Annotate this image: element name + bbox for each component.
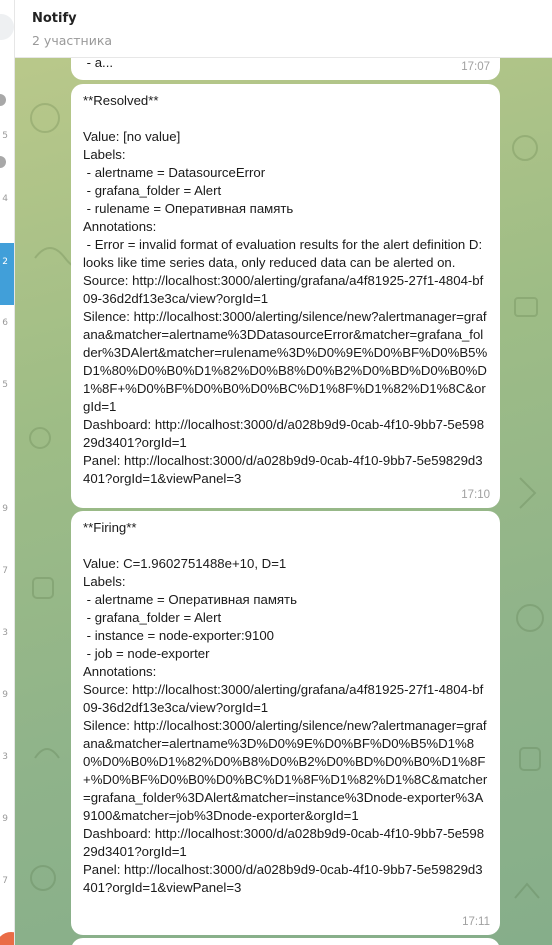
message-time: 17:11 — [462, 916, 490, 928]
message-line: - instance = node-exporter:9100 — [83, 628, 274, 643]
chat-list-fragment: 4 — [2, 194, 8, 204]
message-line: Source: http://localhost:3000/alerting/g… — [83, 682, 484, 715]
message-line: Panel: http://localhost:3000/d/a028b9d9-… — [83, 862, 483, 895]
message-line: Dashboard: http://localhost:3000/d/a028b… — [83, 826, 485, 859]
message-line: Labels: — [83, 574, 126, 589]
message-bubble[interactable]: **Firing** Value: C=1.9602751488e+10, D=1… — [71, 511, 500, 935]
message-line: **Resolved** — [83, 93, 159, 108]
chat-list-fragment: 7 — [2, 566, 8, 576]
message-line: - alertname = DatasourceError — [83, 165, 266, 180]
chat-header[interactable]: Notify 2 участника — [15, 0, 552, 58]
message-text: **Firing** Value: C=1.9602751488e+10, D=1… — [83, 519, 488, 897]
unread-badge — [0, 94, 6, 106]
message-bubble[interactable]: - a... 17:07 — [71, 58, 500, 80]
selected-chat-item[interactable]: 2 — [0, 243, 14, 305]
chat-list-fragment: 2 — [2, 257, 8, 267]
message-line: Silence: http://localhost:3000/alerting/… — [83, 309, 488, 414]
chat-list-strip[interactable]: 5 4 2 6 5 9 7 3 9 3 9 7 — [0, 0, 15, 945]
message-line: Silence: http://localhost:3000/alerting/… — [83, 718, 488, 823]
member-count: 2 участника — [32, 33, 113, 48]
unread-badge — [0, 156, 6, 168]
message-line: Dashboard: http://localhost:3000/d/a028b… — [83, 417, 485, 450]
message-line: Panel: http://localhost:3000/d/a028b9d9-… — [83, 453, 483, 486]
message-line: Annotations: — [83, 664, 157, 679]
message-line: Annotations: — [83, 219, 157, 234]
chat-avatar[interactable] — [0, 14, 14, 40]
chat-list-fragment: 3 — [2, 752, 8, 762]
chat-title[interactable]: Notify — [32, 11, 77, 26]
message-line: - Error = invalid format of evaluation r… — [83, 237, 486, 270]
message-line: Source: http://localhost:3000/alerting/g… — [83, 273, 484, 306]
chat-list-fragment: 9 — [2, 814, 8, 824]
message-line: - grafana_folder = Alert — [83, 610, 222, 625]
message-line: - rulename = Оперативная память — [83, 201, 294, 216]
message-time: 17:07 — [461, 61, 490, 73]
message-bubble-partial[interactable] — [71, 938, 500, 945]
message-line: - a... — [83, 58, 114, 70]
message-line: - grafana_folder = Alert — [83, 183, 222, 198]
message-line — [83, 537, 488, 555]
chat-list-fragment: 9 — [2, 504, 8, 514]
message-bubble[interactable]: **Resolved** Value: [no value] Labels: - a… — [71, 84, 500, 508]
message-line — [83, 110, 488, 128]
chat-list-fragment: 3 — [2, 628, 8, 638]
message-line: Value: C=1.9602751488e+10, D=1 — [83, 556, 287, 571]
chat-list-fragment: 5 — [2, 380, 8, 390]
message-line: Value: [no value] — [83, 129, 181, 144]
user-avatar[interactable] — [0, 932, 14, 945]
message-line: Labels: — [83, 147, 126, 162]
message-area[interactable]: - a... 17:07 **Resolved** Value: [no valu… — [15, 58, 552, 945]
chat-list-fragment: 9 — [2, 690, 8, 700]
message-line: **Firing** — [83, 520, 137, 535]
message-line: - job = node-exporter — [83, 646, 210, 661]
chat-list-fragment: 5 — [2, 131, 8, 141]
message-time: 17:10 — [461, 489, 490, 501]
message-text: **Resolved** Value: [no value] Labels: - a… — [83, 92, 488, 488]
message-line: - alertname = Оперативная память — [83, 592, 297, 607]
chat-list-fragment: 7 — [2, 876, 8, 886]
chat-list-fragment: 6 — [2, 318, 8, 328]
